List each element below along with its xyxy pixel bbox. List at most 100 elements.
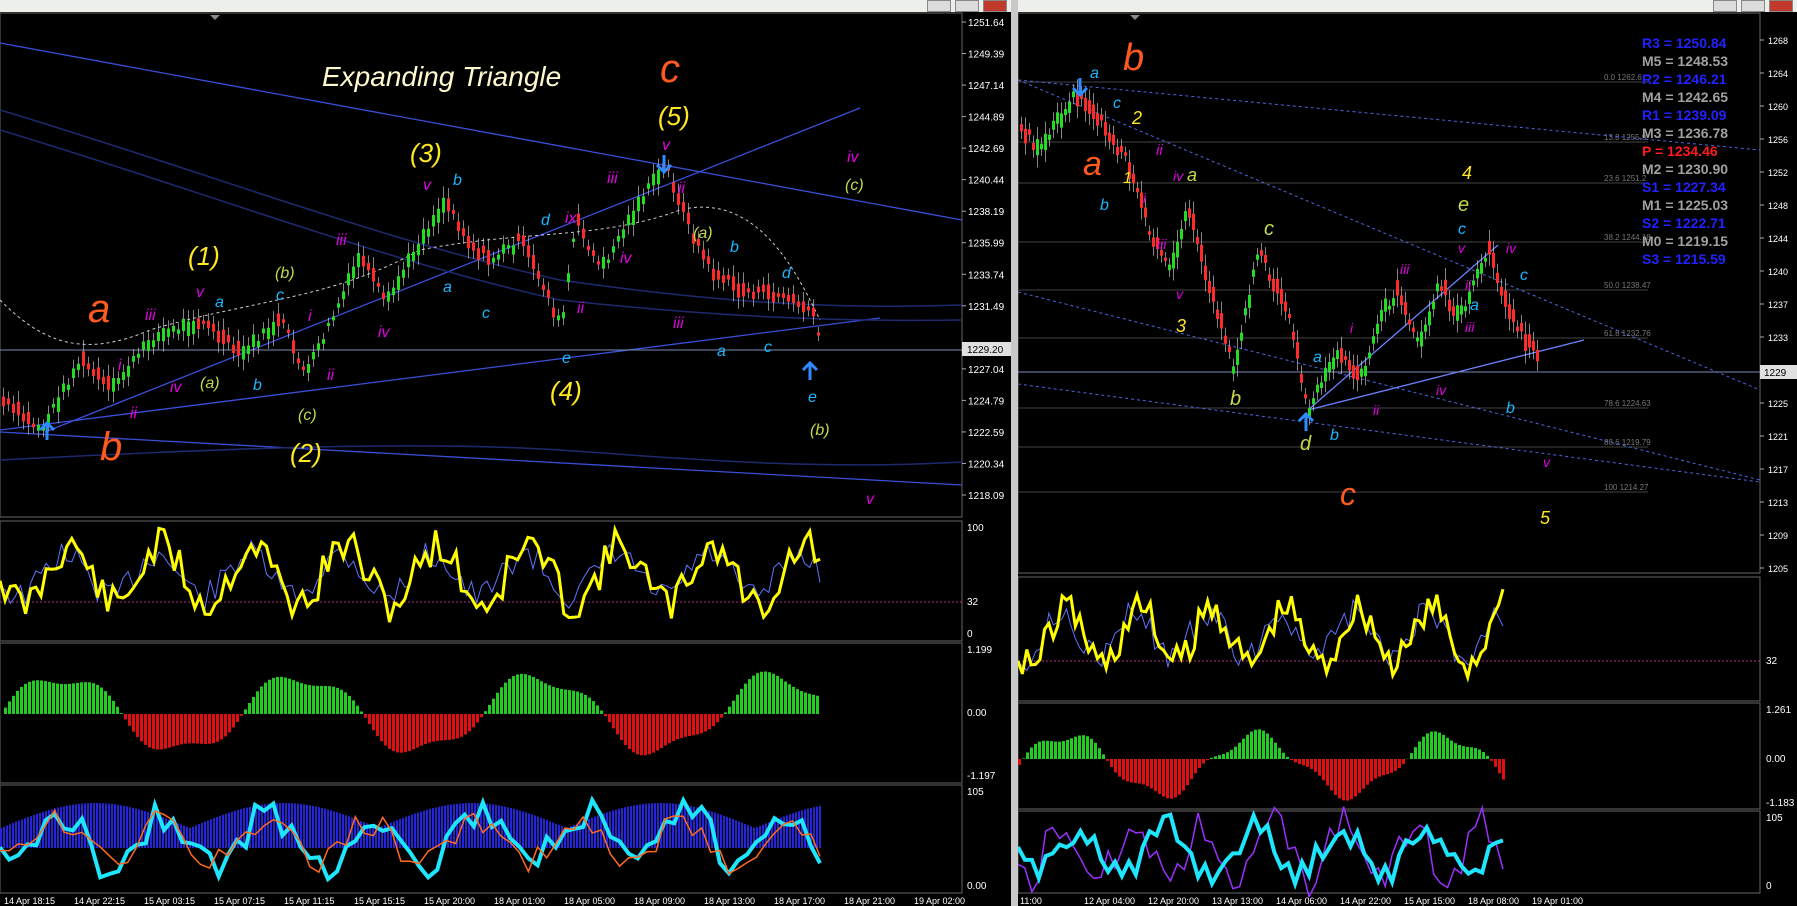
rsi-axis-mid: 32	[967, 597, 979, 608]
wave-label-small: iv	[170, 379, 183, 396]
shift-marker-icon[interactable]	[1130, 15, 1140, 20]
right-wave-labels: bacacb2ii1iiv aiiiv3cbd baiiiiiiiv4ecviiai…	[1083, 37, 1551, 528]
price-tick-label: 1240	[1768, 267, 1788, 277]
time-tick-label: 18 Apr 13:00	[704, 896, 755, 906]
wave-label-small: ii	[577, 300, 585, 317]
hist-axis-low: -1.197	[967, 771, 996, 782]
wave-label-b: b	[100, 425, 122, 469]
wave-label-small: (c)	[845, 177, 864, 194]
fib-level-label: 23.6 1251.2	[1604, 174, 1647, 183]
time-tick-label: 15 Apr 15:00	[1404, 896, 1455, 906]
wave-label-small: iii	[1157, 236, 1167, 252]
wave-label-5: (5)	[658, 101, 690, 131]
wave-label-small: b	[453, 172, 462, 189]
stoch-axis-low: 0.00	[967, 881, 987, 892]
pivot-level-label: R1 = 1239.09	[1642, 107, 1727, 123]
wave-label-small: ii	[130, 405, 138, 422]
price-tick-label: 1233.74	[968, 270, 1005, 281]
time-tick-label: 18 Apr 01:00	[494, 896, 545, 906]
time-tick-label: 14 Apr 18:15	[4, 896, 55, 906]
right-chart-window[interactable]: 0.0 1262.6 13.8 1255.9 23.6 1251.2 38.2 124…	[1018, 0, 1797, 906]
arrow-up-icon	[38, 420, 56, 440]
price-tick-label: 1221	[1768, 432, 1788, 442]
wave-label-small: v	[866, 491, 875, 508]
wave-label-small: iii	[1400, 261, 1410, 277]
trendline-lower[interactable]	[0, 431, 963, 486]
pivot-level-label: M3 = 1236.78	[1642, 125, 1728, 141]
price-tick-label: 1249.39	[968, 50, 1005, 61]
channel-line-lower[interactable]	[1018, 291, 1761, 481]
wave-label-small: (b)	[275, 265, 295, 282]
trendline-triangle-top[interactable]	[44, 107, 861, 433]
wave-label-small: i	[1350, 320, 1354, 336]
pivot-level-label: R2 = 1246.21	[1642, 71, 1727, 87]
wave-label-1: (1)	[188, 241, 220, 271]
left-chart-window[interactable]: Expanding Triangle a b c (1) (2) (3) (4)…	[0, 0, 1011, 906]
arrow-up-icon	[801, 360, 819, 380]
time-tick-label: 18 Apr 17:00	[774, 896, 825, 906]
wave-label-small: ii	[1156, 142, 1163, 159]
time-tick-label: 14 Apr 22:15	[74, 896, 125, 906]
price-tick-label: 1217	[1768, 465, 1788, 475]
left-chart-canvas[interactable]: Expanding Triangle a b c (1) (2) (3) (4)…	[0, 0, 1011, 906]
wave-label-small: d	[1300, 433, 1312, 455]
wave-label-small: v	[662, 137, 671, 154]
fib-level-label: 13.8 1255.9	[1604, 133, 1647, 142]
wave-label-small: b	[1230, 388, 1241, 410]
price-tick-label: 1240.44	[968, 176, 1005, 187]
rsi-bands	[1018, 598, 1504, 672]
wave-label-small: b	[1100, 197, 1109, 214]
wave-label-small: ii	[678, 180, 686, 197]
wave-label-c: c	[660, 47, 680, 91]
wave-label-small: 4	[1462, 163, 1472, 183]
wave-label-small: iii	[1465, 319, 1475, 335]
time-tick-label: 18 Apr 05:00	[564, 896, 615, 906]
time-tick-label: 15 Apr 11:15	[284, 896, 334, 906]
time-tick-label: 18 Apr 09:00	[634, 896, 685, 906]
wave-label-small: v	[1543, 454, 1551, 470]
price-tick-label: 1205	[1768, 564, 1788, 574]
wave-label-small: 5	[1540, 508, 1551, 528]
price-tick-label: 1268	[1768, 36, 1788, 46]
wave-label-small: e	[808, 389, 817, 406]
wave-label-small: c	[1458, 221, 1466, 238]
shift-marker-icon[interactable]	[210, 15, 220, 20]
price-tick-label: 1233	[1768, 333, 1788, 343]
rsi-line	[0, 524, 821, 623]
fib-level-label: 61.8 1232.76	[1604, 329, 1651, 338]
envelope-band-3	[0, 445, 963, 466]
wave-label-small: c	[1520, 267, 1528, 284]
rsi-pane	[0, 520, 963, 642]
right-chart-canvas[interactable]: 0.0 1262.613.8 1255.923.6 1251.238.2 124…	[1018, 0, 1797, 906]
wave-label-small: c	[1113, 95, 1121, 112]
wave-label-small: ix	[565, 210, 578, 227]
pivot-level-label: S3 = 1215.59	[1642, 251, 1726, 267]
wave-label-a: a	[88, 287, 110, 331]
wave-label-small: a	[215, 294, 224, 311]
window-separator	[1011, 0, 1018, 906]
time-tick-label: 15 Apr 03:15	[144, 896, 195, 906]
price-tick-label: 1244.89	[968, 113, 1005, 124]
envelope-band-1	[0, 109, 963, 308]
wave-label-small: (a)	[200, 375, 220, 392]
stoch-axis-low: 0	[1766, 881, 1772, 892]
price-tick-label: 1220.34	[968, 459, 1005, 470]
price-tick-label: 1225	[1768, 399, 1788, 409]
wave-label-small: 2	[1131, 108, 1142, 128]
price-tick-label: 1242.69	[968, 144, 1005, 155]
pivot-level-label: R3 = 1250.84	[1642, 35, 1727, 51]
histogram-pane	[1018, 702, 1761, 810]
price-tick-label: 1213	[1768, 498, 1788, 508]
wave-label-small: v	[196, 284, 205, 301]
time-tick-label: 13 Apr 13:00	[1212, 896, 1263, 906]
time-tick-label: 19 Apr 01:00	[1532, 896, 1583, 906]
pivot-level-label: S1 = 1227.34	[1642, 179, 1726, 195]
wave-label-small: b	[730, 239, 739, 256]
stochastic-pane	[1018, 810, 1761, 894]
price-tick-label: 1252	[1768, 168, 1788, 178]
hist-axis-mid: 0.00	[967, 708, 987, 719]
wave-label-small: v	[1458, 240, 1466, 256]
stoch-axis-top: 105	[967, 787, 984, 798]
hist-axis-top: 1.261	[1766, 705, 1791, 716]
fib-level-label: 88.6 1219.79	[1604, 438, 1651, 447]
